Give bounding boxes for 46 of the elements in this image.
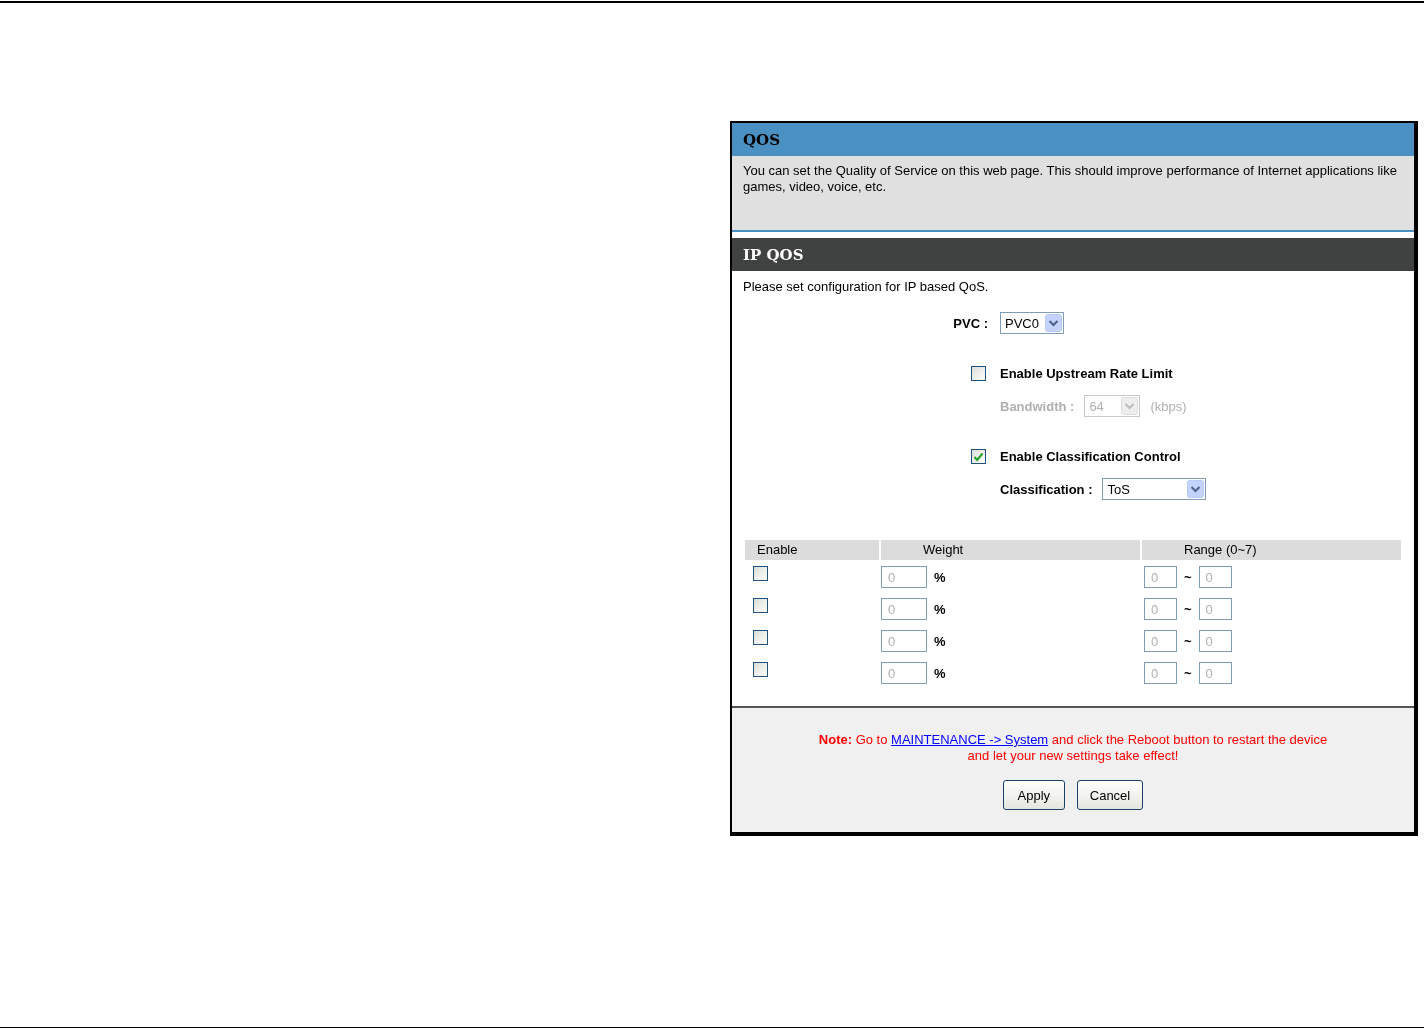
- upstream-label: Enable Upstream Rate Limit: [1000, 366, 1174, 381]
- unit-text: (kbps): [1150, 398, 1187, 414]
- description-text: You can set the Quality of Service on this web page. This should improve performance of Internet applications like games, video, voice, etc.: [743, 163, 1398, 195]
- column-header: Range (0~7): [1142, 540, 1401, 560]
- bandwidth-label: Bandwidth :: [1000, 398, 1075, 414]
- classification-label: Classification :: [1000, 481, 1093, 497]
- maintenance-link[interactable]: MAINTENANCE -> System: [891, 732, 1049, 747]
- weight-input[interactable]: 0: [881, 598, 927, 620]
- section-title: QOS: [732, 123, 1414, 156]
- classification-checkbox[interactable]: [971, 449, 986, 464]
- range-to-input[interactable]: 0: [1198, 662, 1232, 684]
- bandwidth-select[interactable]: 64: [1084, 395, 1141, 417]
- range-separator: ~: [1184, 665, 1192, 681]
- weight-input[interactable]: 0: [881, 630, 927, 652]
- pvc-select[interactable]: PVC0: [1000, 312, 1064, 334]
- range-from-input[interactable]: 0: [1144, 598, 1177, 620]
- row-enable-checkbox[interactable]: [753, 630, 768, 645]
- range-to-input[interactable]: 0: [1198, 598, 1232, 620]
- pvc-label: PVC :: [953, 315, 989, 331]
- classification-control-label: Enable Classification Control: [1000, 449, 1182, 464]
- weight-input[interactable]: 0: [881, 566, 927, 588]
- row-enable-checkbox[interactable]: [753, 598, 768, 613]
- range-separator: ~: [1184, 633, 1192, 649]
- range-to-input[interactable]: 0: [1198, 630, 1232, 652]
- note-text: Note: Go to MAINTENANCE -> System and click the Reboot button to restart the device and let your new settings take effect!: [818, 732, 1328, 764]
- range-separator: ~: [1184, 601, 1192, 617]
- row-enable-checkbox[interactable]: [753, 662, 768, 677]
- range-from-input[interactable]: 0: [1144, 630, 1177, 652]
- apply-button[interactable]: Apply: [1002, 780, 1065, 810]
- percent-sign: %: [934, 665, 946, 681]
- classification-select[interactable]: ToS: [1102, 478, 1207, 500]
- range-separator: ~: [1184, 569, 1192, 585]
- range-from-input[interactable]: 0: [1144, 566, 1177, 588]
- row-enable-checkbox[interactable]: [753, 566, 768, 581]
- range-to-input[interactable]: 0: [1198, 566, 1232, 588]
- percent-sign: %: [934, 633, 946, 649]
- upstream-checkbox[interactable]: [971, 366, 986, 381]
- cancel-button[interactable]: Cancel: [1076, 780, 1144, 810]
- column-header: Enable: [745, 540, 879, 560]
- column-header: Weight: [881, 540, 1140, 560]
- intro-text: Please set configuration for IP based QoS.: [742, 278, 990, 294]
- percent-sign: %: [934, 601, 946, 617]
- section-title: IP QOS: [732, 238, 1414, 271]
- weight-input[interactable]: 0: [881, 662, 927, 684]
- range-from-input[interactable]: 0: [1144, 662, 1177, 684]
- percent-sign: %: [934, 569, 946, 585]
